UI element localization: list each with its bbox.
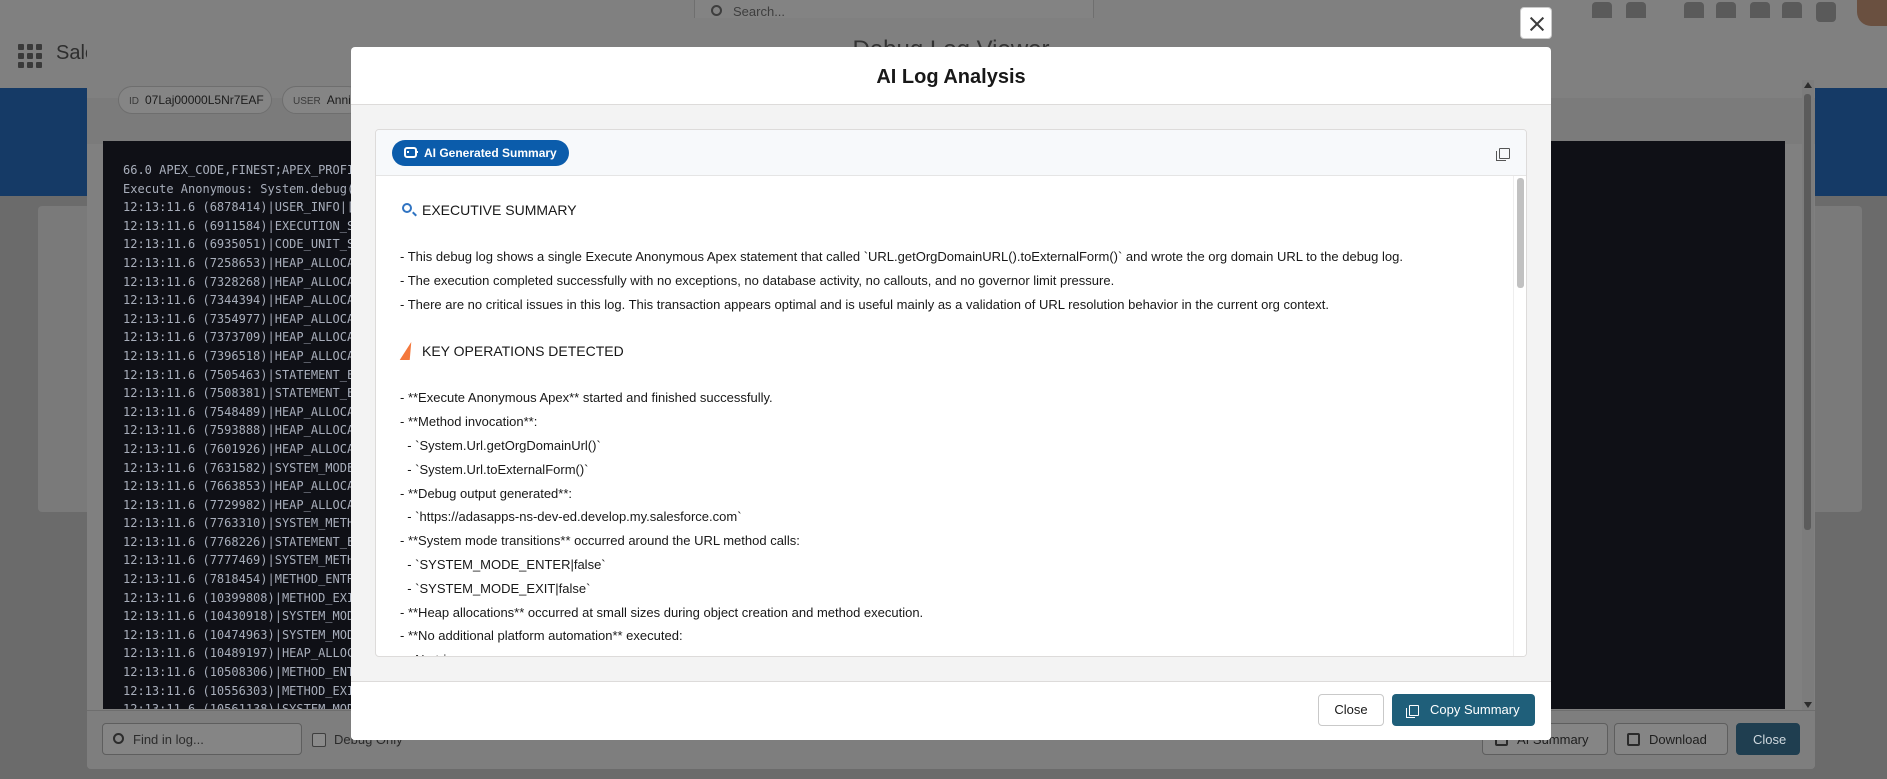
copy-icon xyxy=(1406,705,1419,718)
summary-line: - There are no critical issues in this l… xyxy=(400,296,1330,312)
operation-line: - `System.Url.getOrgDomainUrl()` xyxy=(400,437,601,453)
operation-line: - **Heap allocations** occurred at small… xyxy=(400,604,924,620)
key-operations-heading: KEY OPERATIONS DETECTED xyxy=(399,339,1515,363)
operation-line: - **Execute Anonymous Apex** started and… xyxy=(400,390,773,406)
executive-summary-title: EXECUTIVE SUMMARY xyxy=(422,202,577,218)
robot-icon xyxy=(404,147,418,158)
summary-content[interactable]: EXECUTIVE SUMMARY - This debug log shows… xyxy=(376,176,1515,656)
close-icon[interactable] xyxy=(1520,7,1552,39)
download-icon xyxy=(1627,733,1640,746)
log-id-chip: ID 07Laj00000L5Nr7EAF xyxy=(118,86,272,114)
executive-summary-list: - This debug log shows a single Execute … xyxy=(400,245,1515,316)
operation-line: - `https://adasapps-ns-dev-ed.develop.my… xyxy=(400,509,742,525)
find-in-log-input[interactable]: Find in log... xyxy=(102,723,302,755)
global-search-placeholder: Search... xyxy=(733,4,786,19)
modal-title: AI Log Analysis xyxy=(876,66,1026,88)
operation-line: - **Debug output generated**: xyxy=(400,485,573,501)
find-search-icon xyxy=(113,733,124,744)
scroll-up-arrow-icon[interactable] xyxy=(1804,82,1812,88)
ai-generated-badge-label: AI Generated Summary xyxy=(424,146,557,160)
modal-footer: Close Copy Summary xyxy=(351,681,1551,740)
log-user-value: Anni xyxy=(326,93,351,107)
key-operations-list: - **Execute Anonymous Apex** started and… xyxy=(400,386,1515,656)
summary-line: - This debug log shows a single Execute … xyxy=(400,249,1403,264)
viewer-close-label: Close xyxy=(1753,732,1787,747)
viewer-scrollbar[interactable] xyxy=(1802,80,1814,710)
app-launcher-icon[interactable] xyxy=(18,44,44,68)
log-user-key: USER xyxy=(293,96,321,107)
copy-summary-label: Copy Summary xyxy=(1430,702,1520,717)
scroll-down-arrow-icon[interactable] xyxy=(1804,702,1812,708)
modal-body: AI Generated Summary EXECUTIVE SUMMARY -… xyxy=(351,105,1551,681)
log-id-value: 07Laj00000L5Nr7EAF xyxy=(145,93,264,107)
modal-header: AI Log Analysis xyxy=(351,47,1551,105)
close-button[interactable]: Close xyxy=(1318,694,1384,726)
ai-generated-badge: AI Generated Summary xyxy=(392,140,569,166)
user-avatar[interactable] xyxy=(1857,0,1887,26)
summary-scrollbar[interactable] xyxy=(1513,176,1526,656)
summary-line: - The execution completed successfully w… xyxy=(400,272,1115,288)
operation-line: - **Method invocation**: xyxy=(400,414,538,430)
copy-icon[interactable] xyxy=(1496,148,1510,161)
operation-line: - `SYSTEM_MODE_ENTER|false` xyxy=(400,556,606,572)
search-icon xyxy=(711,5,722,16)
find-in-log-placeholder: Find in log... xyxy=(133,732,204,747)
summary-card-header: AI Generated Summary xyxy=(376,130,1526,176)
magnifier-icon xyxy=(402,203,412,213)
notifications-icon[interactable] xyxy=(1816,2,1836,22)
executive-summary-heading: EXECUTIVE SUMMARY xyxy=(400,198,1515,222)
operation-line: - `SYSTEM_MODE_EXIT|false` xyxy=(400,580,591,596)
key-operations-title: KEY OPERATIONS DETECTED xyxy=(422,343,624,360)
ai-log-analysis-modal: AI Log Analysis AI Generated Summary EXE… xyxy=(351,47,1551,740)
debug-only-checkbox[interactable] xyxy=(312,733,326,747)
summary-card: AI Generated Summary EXECUTIVE SUMMARY -… xyxy=(375,129,1527,657)
log-user-chip: USER Anni xyxy=(282,86,362,114)
viewer-close-button[interactable]: Close xyxy=(1736,723,1800,755)
copy-summary-button[interactable]: Copy Summary xyxy=(1392,694,1535,726)
operation-line: - `System.Url.toExternalForm()` xyxy=(400,461,589,477)
log-id-key: ID xyxy=(129,96,139,107)
summary-scroll-thumb[interactable] xyxy=(1517,178,1524,288)
operation-line: - **System mode transitions** occurred a… xyxy=(400,533,800,549)
operation-line: - No triggers xyxy=(400,648,1515,656)
download-button[interactable]: Download xyxy=(1614,723,1728,755)
download-label: Download xyxy=(1649,732,1707,747)
viewer-scroll-thumb[interactable] xyxy=(1804,94,1811,530)
operation-line: - **No additional platform automation** … xyxy=(400,628,683,644)
lightning-icon xyxy=(399,342,417,361)
